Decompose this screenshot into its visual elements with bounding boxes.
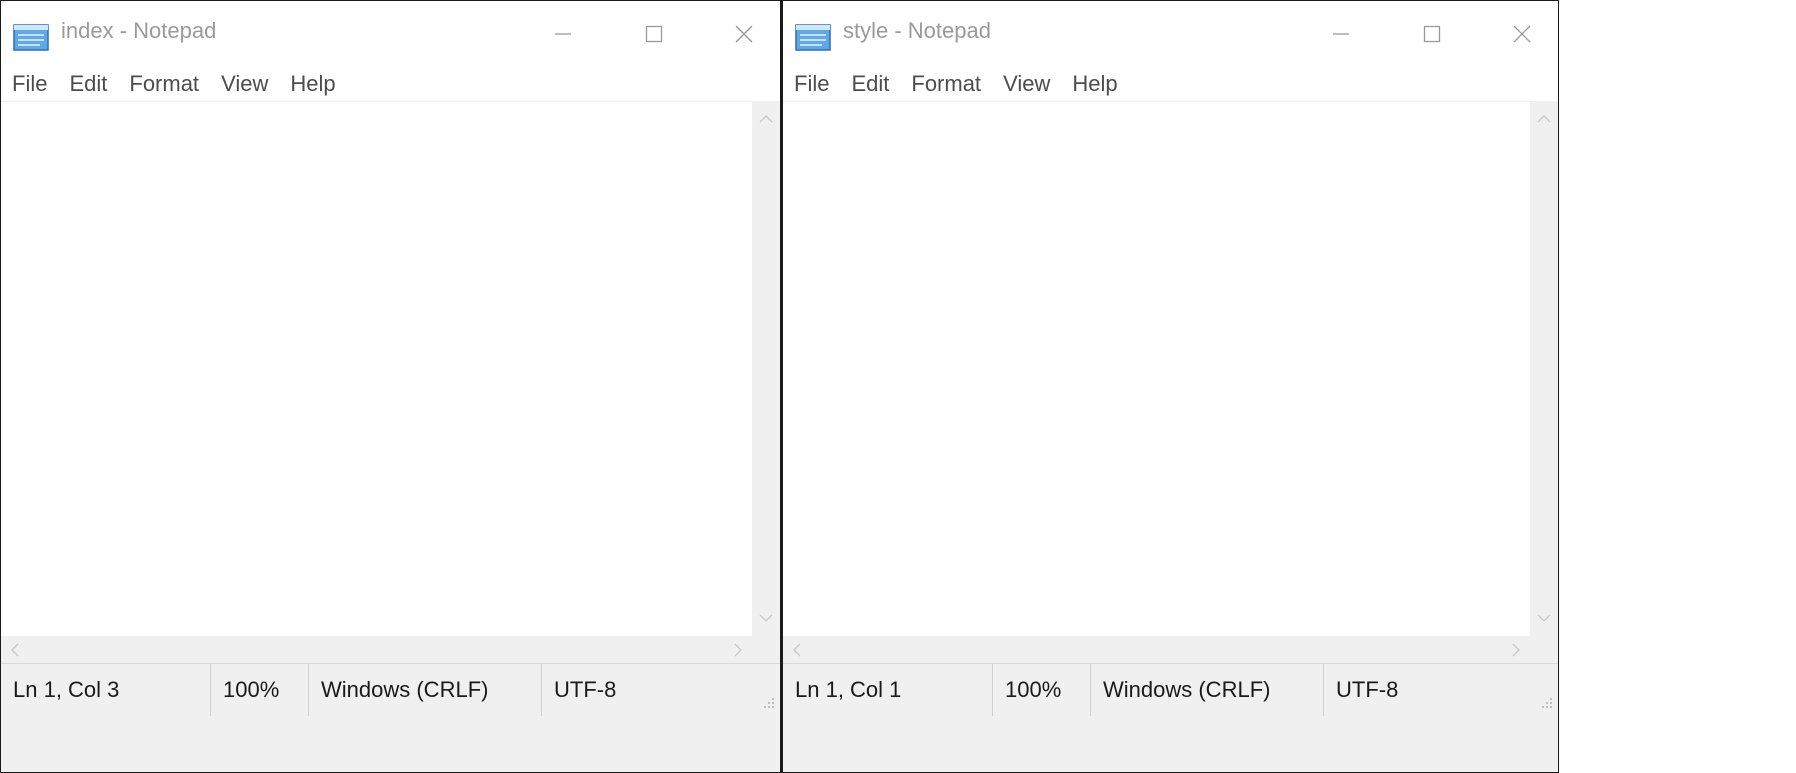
minimize-button[interactable] <box>528 1 598 67</box>
scroll-right-arrow[interactable] <box>724 636 752 664</box>
menu-help[interactable]: Help <box>279 68 346 100</box>
window-title: index - Notepad <box>61 18 217 43</box>
menu-format[interactable]: Format <box>118 68 210 100</box>
chevron-left-icon <box>793 643 801 657</box>
status-cursor-position: Ln 1, Col 1 <box>783 664 993 716</box>
status-line-ending: Windows (CRLF) <box>309 664 542 716</box>
resize-grip-icon[interactable] <box>758 692 776 710</box>
horizontal-scrollbar[interactable] <box>783 636 1530 664</box>
maximize-icon <box>645 25 663 43</box>
close-button[interactable] <box>709 1 779 67</box>
chevron-right-icon <box>734 643 742 657</box>
status-encoding: UTF-8 <box>554 677 617 702</box>
minimize-icon <box>555 33 571 35</box>
menu-edit[interactable]: Edit <box>840 68 900 100</box>
minimize-button[interactable] <box>1306 1 1376 67</box>
notepad-window-style[interactable]: style - Notepad File Edit Format View He… <box>781 0 1559 773</box>
menu-file[interactable]: File <box>8 68 58 100</box>
title-bar[interactable]: style - Notepad <box>783 1 1558 67</box>
close-button[interactable] <box>1487 1 1557 67</box>
menu-bar: File Edit Format View Help <box>783 67 1558 101</box>
chevron-down-icon <box>759 614 773 622</box>
menu-edit[interactable]: Edit <box>58 68 118 100</box>
maximize-icon <box>1423 25 1441 43</box>
chevron-left-icon <box>11 643 19 657</box>
maximize-button[interactable] <box>1397 1 1467 67</box>
menu-view[interactable]: View <box>992 68 1061 100</box>
menu-bar: File Edit Format View Help <box>1 67 780 101</box>
scroll-right-arrow[interactable] <box>1502 636 1530 664</box>
vertical-scrollbar[interactable] <box>1530 101 1558 636</box>
menu-view[interactable]: View <box>210 68 279 100</box>
chevron-down-icon <box>1537 614 1551 622</box>
close-icon <box>1513 25 1531 43</box>
menu-file[interactable]: File <box>790 68 840 100</box>
text-editor[interactable] <box>1 101 752 636</box>
notepad-window-index[interactable]: index - Notepad File Edit Format View He… <box>0 0 781 773</box>
minimize-icon <box>1333 33 1349 35</box>
menu-help[interactable]: Help <box>1061 68 1128 100</box>
scroll-up-arrow[interactable] <box>1530 105 1558 133</box>
status-bar: Ln 1, Col 1 100% Windows (CRLF) UTF-8 <box>783 663 1558 772</box>
notepad-icon <box>13 24 49 51</box>
vertical-scrollbar[interactable] <box>752 101 780 636</box>
scrollbar-corner <box>1530 636 1558 664</box>
text-editor[interactable] <box>783 101 1530 636</box>
scroll-left-arrow[interactable] <box>1 636 29 664</box>
menu-format[interactable]: Format <box>900 68 992 100</box>
status-zoom: 100% <box>211 664 309 716</box>
horizontal-scrollbar[interactable] <box>1 636 752 664</box>
desktop: index - Notepad File Edit Format View He… <box>0 0 1796 773</box>
status-zoom: 100% <box>993 664 1091 716</box>
notepad-icon <box>795 24 831 51</box>
chevron-right-icon <box>1512 643 1520 657</box>
status-bar: Ln 1, Col 3 100% Windows (CRLF) UTF-8 <box>1 663 780 772</box>
window-title: style - Notepad <box>843 18 991 43</box>
resize-grip-icon[interactable] <box>1536 692 1554 710</box>
scroll-down-arrow[interactable] <box>752 604 780 632</box>
status-encoding: UTF-8 <box>1336 677 1399 702</box>
scroll-up-arrow[interactable] <box>752 105 780 133</box>
scrollbar-corner <box>752 636 780 664</box>
status-line-ending: Windows (CRLF) <box>1091 664 1324 716</box>
scroll-down-arrow[interactable] <box>1530 604 1558 632</box>
scroll-left-arrow[interactable] <box>783 636 811 664</box>
chevron-up-icon <box>759 115 773 123</box>
maximize-button[interactable] <box>619 1 689 67</box>
title-bar[interactable]: index - Notepad <box>1 1 780 67</box>
status-cursor-position: Ln 1, Col 3 <box>1 664 211 716</box>
close-icon <box>735 25 753 43</box>
chevron-up-icon <box>1537 115 1551 123</box>
